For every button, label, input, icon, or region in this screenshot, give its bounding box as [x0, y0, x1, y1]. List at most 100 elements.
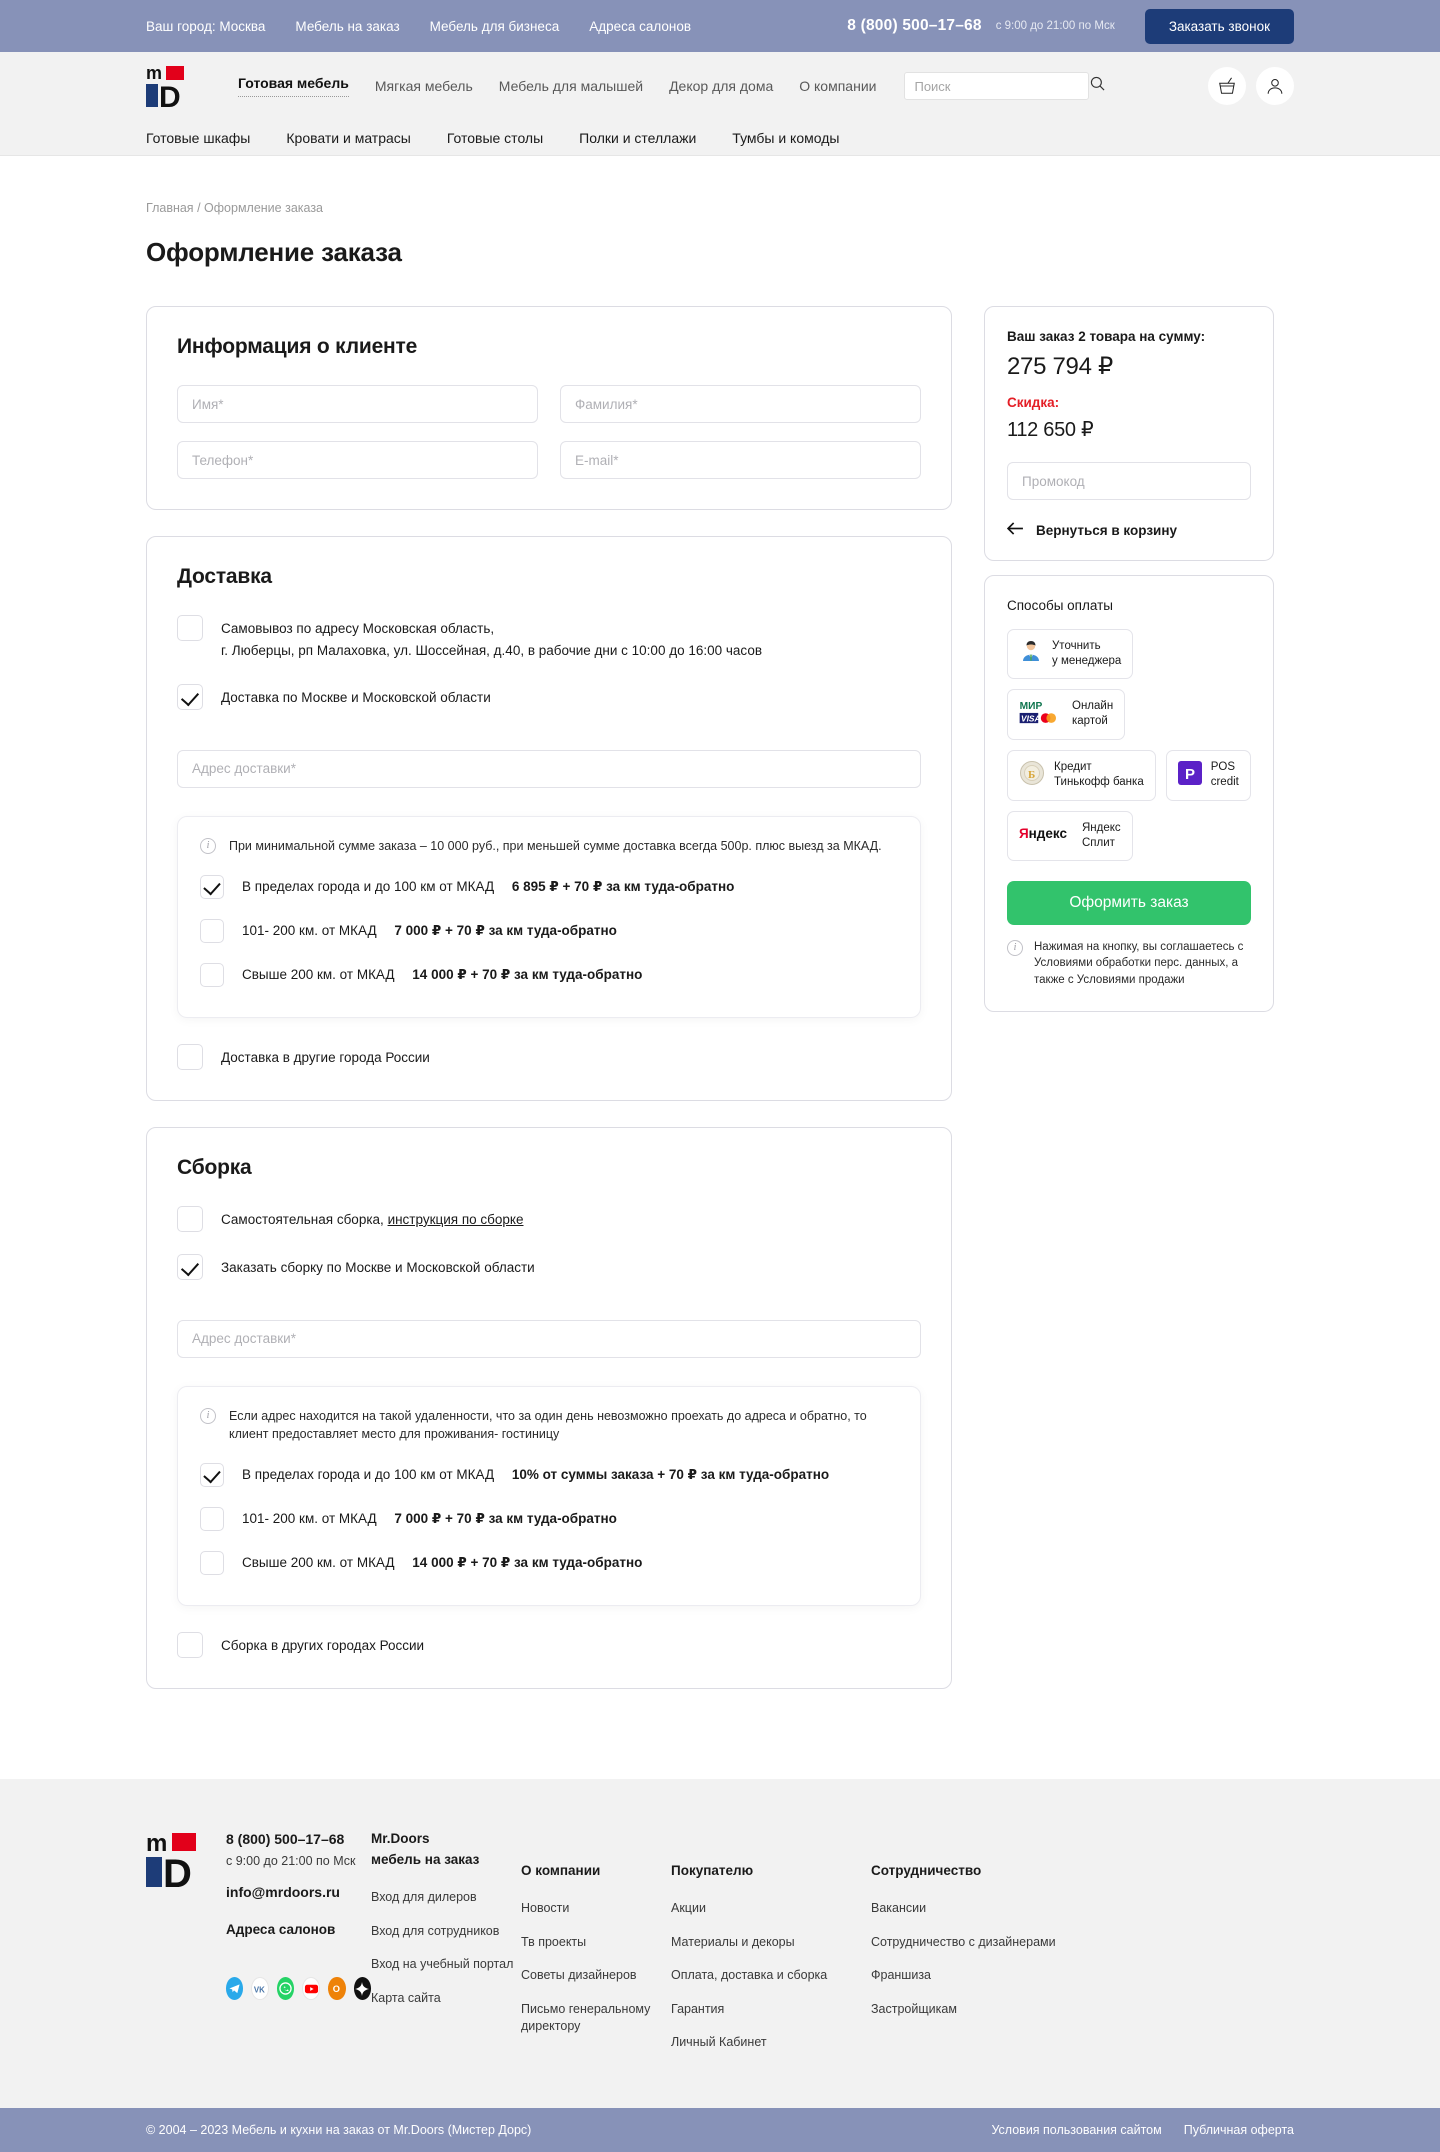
delivery-pickup-checkbox[interactable]	[177, 615, 203, 641]
contact-row	[177, 441, 921, 479]
payment-method-manager[interactable]: Уточнить у менеджера	[1007, 629, 1134, 679]
delivery-moscow-row[interactable]: Доставка по Москве и Московской области	[177, 683, 921, 710]
mrdoors-logo[interactable]: m D	[146, 63, 194, 114]
account-icon[interactable]	[1256, 67, 1294, 105]
footer-link-materials[interactable]: Материалы и декоры	[671, 1934, 871, 1952]
odnoklassniki-icon[interactable]: O	[328, 1977, 346, 2001]
delivery-option-2-checkbox[interactable]	[200, 962, 224, 987]
footer-phone[interactable]: 8 (800) 500–17–68	[226, 1831, 371, 1847]
search-icon[interactable]	[1090, 76, 1105, 96]
search-box[interactable]	[904, 72, 1105, 100]
first-name-input[interactable]	[177, 385, 538, 423]
footer-link-tv-projects[interactable]: Тв проекты	[521, 1934, 671, 1952]
nav-item-kids-furniture[interactable]: Мебель для малышей	[499, 78, 643, 94]
delivery-pickup-row[interactable]: Самовывоз по адресу Московская область, …	[177, 615, 921, 662]
payment-method-pos-credit[interactable]: P POS credit	[1165, 749, 1251, 801]
vk-icon[interactable]: VK	[251, 1977, 270, 2001]
assembly-self-checkbox[interactable]	[177, 1205, 203, 1232]
delivery-option-row[interactable]: В пределах города и до 100 км от МКАД 6 …	[200, 874, 898, 899]
delivery-option-row[interactable]: 101- 200 км. от МКАД 7 000 ₽ + 70 ₽ за к…	[200, 918, 898, 943]
topbar-link-custom-furniture[interactable]: Мебель на заказ	[295, 19, 399, 34]
delivery-other-cities-row[interactable]: Доставка в другие города России	[177, 1043, 921, 1070]
footer-link-sitemap[interactable]: Карта сайта	[371, 1990, 521, 2008]
topbar-link-showrooms[interactable]: Адреса салонов	[589, 19, 691, 34]
footer-link-edu-portal[interactable]: Вход на учебный портал	[371, 1956, 521, 1974]
footer-link-promos[interactable]: Акции	[671, 1900, 871, 1918]
terms-of-use-link[interactable]: Условия пользования сайтом	[991, 2123, 1161, 2137]
submit-order-button[interactable]: Оформить заказ	[1007, 880, 1251, 925]
footer-link-dealers[interactable]: Вход для дилеров	[371, 1889, 521, 1907]
email-input[interactable]	[560, 441, 921, 479]
footer-link-designer-tips[interactable]: Советы дизайнеров	[521, 1967, 671, 1985]
delivery-address-input[interactable]	[177, 749, 921, 788]
delivery-option-row[interactable]: Свыше 200 км. от МКАД 14 000 ₽ + 70 ₽ за…	[200, 962, 898, 987]
breadcrumb-home[interactable]: Главная	[146, 201, 194, 215]
last-name-input[interactable]	[560, 385, 921, 423]
footer-link-payment-delivery[interactable]: Оплата, доставка и сборка	[671, 1967, 871, 1985]
topbar-link-business-furniture[interactable]: Мебель для бизнеса	[430, 19, 560, 34]
assembly-other-cities-checkbox[interactable]	[177, 1632, 203, 1659]
subnav-item-tables[interactable]: Готовые столы	[447, 130, 543, 146]
assembly-option-1-checkbox[interactable]	[200, 1507, 224, 1532]
assembly-address-input[interactable]	[177, 1319, 921, 1358]
delivery-other-cities-checkbox[interactable]	[177, 1043, 203, 1070]
city-selector[interactable]: Ваш город: Москва	[146, 19, 265, 34]
footer-link-franchise[interactable]: Франшиза	[871, 1967, 1071, 1985]
assembly-option-row[interactable]: В пределах города и до 100 км от МКАД 10…	[200, 1463, 898, 1488]
footer-link-account[interactable]: Личный Кабинет	[671, 2034, 871, 2052]
footer-link-news[interactable]: Новости	[521, 1900, 671, 1918]
checkout-forms-column: Информация о клиенте Доставка	[146, 306, 952, 1690]
footer-link-designers-coop[interactable]: Сотрудничество с дизайнерами	[871, 1934, 1071, 1952]
subnav-item-cabinets[interactable]: Тумбы и комоды	[732, 130, 839, 146]
footer-column-partnership: Сотрудничество Вакансии Сотрудничество с…	[871, 1831, 1071, 2068]
youtube-icon[interactable]	[302, 1977, 321, 2001]
footer-email[interactable]: info@mrdoors.ru	[226, 1884, 371, 1900]
assembly-self-row[interactable]: Самостоятельная сборка, инструкция по сб…	[177, 1205, 921, 1232]
cart-icon[interactable]	[1208, 67, 1246, 105]
whatsapp-icon[interactable]	[277, 1977, 295, 2001]
assembly-order-checkbox[interactable]	[177, 1253, 203, 1280]
zen-icon[interactable]	[353, 1977, 371, 2001]
subnav-item-beds[interactable]: Кровати и матрасы	[286, 130, 410, 146]
payment-method-tinkoff[interactable]: Б Кредит Тинькофф банка	[1007, 749, 1156, 801]
delivery-option-1-checkbox[interactable]	[200, 918, 224, 943]
assembly-other-cities-row[interactable]: Сборка в других городах России	[177, 1632, 921, 1659]
footer-link-warranty[interactable]: Гарантия	[671, 2001, 871, 2019]
footer-col-0-head: Mr.Doors	[371, 1831, 430, 1847]
payment-method-card[interactable]: МИР VISA Онлайн картой	[1007, 688, 1126, 740]
assembly-instruction-link[interactable]: инструкция по сборке	[388, 1212, 524, 1227]
top-bar: Ваш город: Москва Мебель на заказ Мебель…	[0, 0, 1440, 52]
delivery-pickup-label: Самовывоз по адресу Московская область, …	[221, 615, 762, 662]
request-callback-button[interactable]: Заказать звонок	[1144, 8, 1294, 44]
search-input[interactable]	[914, 78, 1091, 94]
delivery-moscow-label: Доставка по Москве и Московской области	[221, 689, 491, 705]
nav-item-soft-furniture[interactable]: Мягкая мебель	[375, 78, 473, 94]
phone-input[interactable]	[177, 441, 538, 479]
nav-item-home-decor[interactable]: Декор для дома	[669, 78, 773, 94]
footer-showrooms-link[interactable]: Адреса салонов	[226, 1922, 371, 1937]
delivery-moscow-checkbox[interactable]	[177, 683, 203, 710]
footer-link-vacancies[interactable]: Вакансии	[871, 1900, 1071, 1918]
subnav-item-wardrobes[interactable]: Готовые шкафы	[146, 130, 250, 146]
promocode-input[interactable]	[1007, 462, 1251, 500]
nav-item-ready-furniture[interactable]: Готовая мебель	[238, 75, 349, 97]
telegram-icon[interactable]	[226, 1977, 244, 2001]
assembly-order-row[interactable]: Заказать сборку по Москве и Московской о…	[177, 1253, 921, 1280]
assembly-option-row[interactable]: Свыше 200 км. от МКАД 14 000 ₽ + 70 ₽ за…	[200, 1551, 898, 1576]
mrdoors-logo-footer[interactable]: m D	[146, 1830, 208, 1896]
footer-link-employees[interactable]: Вход для сотрудников	[371, 1923, 521, 1941]
assembly-option-row[interactable]: 101- 200 км. от МКАД 7 000 ₽ + 70 ₽ за к…	[200, 1507, 898, 1532]
back-to-cart-link[interactable]: Вернуться в корзину	[1006, 522, 1251, 538]
assembly-option-2-checkbox[interactable]	[200, 1551, 224, 1576]
delivery-option-0-checkbox[interactable]	[200, 874, 224, 899]
copyright-bar: © 2004 – 2023 Мебель и кухни на заказ от…	[0, 2107, 1440, 2152]
subnav-item-shelves[interactable]: Полки и стеллажи	[579, 130, 696, 146]
public-offer-link[interactable]: Публичная оферта	[1184, 2123, 1294, 2137]
footer-link-developers[interactable]: Застройщикам	[871, 2001, 1071, 2019]
footer-link-ceo-letter[interactable]: Письмо генеральному директору	[521, 2001, 671, 2036]
header-phone[interactable]: 8 (800) 500–17–68	[847, 17, 981, 35]
assembly-option-0-checkbox[interactable]	[200, 1463, 224, 1488]
nav-item-about[interactable]: О компании	[799, 78, 876, 94]
payment-method-yandex-split[interactable]: Я ндекс Яндекс Сплит	[1007, 810, 1133, 861]
delivery-options-panel: i При минимальной сумме заказа – 10 000 …	[177, 815, 921, 1018]
